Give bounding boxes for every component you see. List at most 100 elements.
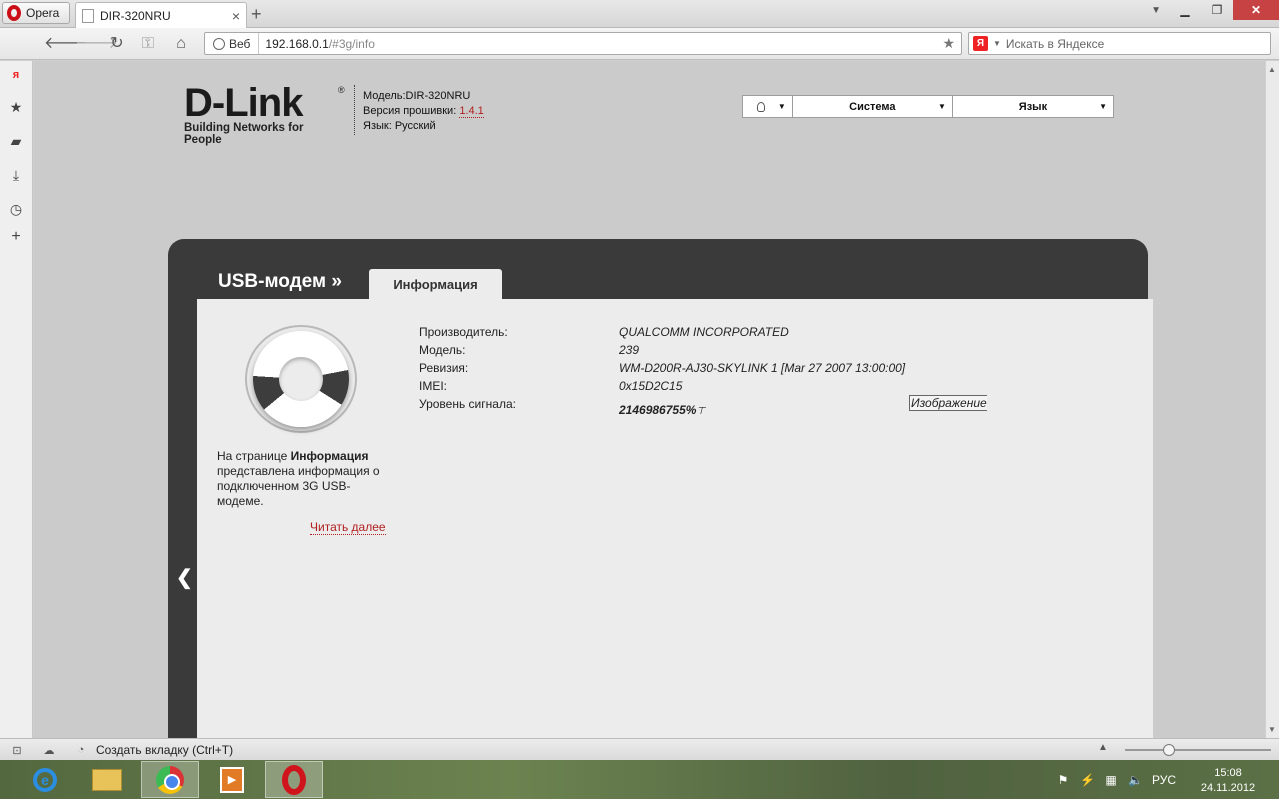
taskbar-chrome[interactable] — [141, 761, 199, 798]
power-icon[interactable]: ⚡ — [1080, 773, 1095, 787]
new-tab-button[interactable]: + — [251, 4, 262, 25]
info-label: Ревизия: — [419, 361, 469, 375]
info-value: 0x15D2C15 — [619, 379, 683, 393]
scroll-down-icon[interactable]: ▼ — [1268, 725, 1276, 734]
info-label: Уровень сигнала: — [419, 397, 516, 411]
info-value: QUALCOMM INCORPORATED — [619, 325, 789, 339]
opera-icon — [282, 764, 306, 795]
yandex-icon[interactable]: Я — [973, 36, 988, 51]
maximize-button[interactable]: ❐ — [1201, 0, 1233, 20]
read-more-link[interactable]: Читать далее — [310, 520, 386, 535]
system-menu[interactable]: Система ▼ — [793, 96, 953, 117]
history-clock-icon[interactable]: ◷ — [8, 201, 24, 217]
back-arrow-icon[interactable]: 🡐 — [44, 35, 87, 53]
search-engine-chevron-icon[interactable]: ▼ — [993, 39, 1001, 48]
minimize-button[interactable]: ▁ — [1169, 0, 1201, 20]
home-icon[interactable]: ⌂ — [171, 35, 191, 53]
system-tray: ⚑ ⚡ ▦ 🔈 РУС — [1056, 760, 1176, 799]
taskbar-ie[interactable]: e — [16, 761, 74, 798]
scroll-up-icon[interactable]: ▲ — [1268, 65, 1276, 74]
model-line: Модель:DIR-320NRU — [363, 90, 471, 102]
browser-tab[interactable]: DIR-320NRU × — [75, 2, 247, 28]
volume-icon[interactable]: 🔈 — [1128, 773, 1143, 787]
signal-value-wrap: 2146986755%⊤ Изображение — [619, 395, 987, 417]
address-mode-badge[interactable]: Веб — [205, 33, 260, 54]
zoom-menu-arrow-icon[interactable]: ▲ — [1098, 742, 1108, 753]
forward-arrow-icon[interactable]: 🡒 — [75, 35, 118, 53]
reload-icon[interactable]: ↻ — [107, 35, 127, 53]
chrome-icon — [156, 765, 184, 794]
browser-titlebar: Opera DIR-320NRU × + ▼ ▁ ❐ ✕ — [0, 0, 1279, 28]
speed-dial-gauge-icon[interactable]: ◔ — [74, 744, 88, 756]
globe-icon — [213, 37, 225, 50]
notes-icon[interactable]: ▰ — [8, 133, 24, 149]
clock-time: 15:08 — [1214, 767, 1242, 779]
add-panel-icon[interactable]: + — [8, 229, 24, 245]
taskbar-clock[interactable]: 15:08 24.11.2012 — [1198, 766, 1258, 796]
search-field[interactable]: Я ▼ Искать в Яндексе — [968, 32, 1271, 55]
taskbar-explorer[interactable] — [78, 761, 136, 798]
header-divider — [354, 85, 355, 135]
address-bar[interactable]: Веб 192.168.0.1 /#3g/info ★ — [204, 32, 962, 55]
key-icon[interactable]: ⚿ — [138, 35, 158, 53]
device-info: Модель:DIR-320NRU Версия прошивки: 1.4.1… — [363, 89, 484, 134]
zoom-slider[interactable] — [1125, 744, 1271, 756]
tab-close-icon[interactable]: × — [232, 8, 240, 24]
help-description: На странице Информация представлена инфо… — [217, 449, 397, 509]
status-text: Создать вкладку (Ctrl+T) — [96, 742, 234, 757]
info-value: WM-D200R-AJ30-SKYLINK 1 [Mar 27 2007 13:… — [619, 361, 906, 375]
opera-menu-button[interactable]: Opera — [2, 2, 70, 24]
close-window-button[interactable]: ✕ — [1233, 0, 1279, 20]
desc-suffix: представлена информация о подключенном 3… — [217, 464, 380, 508]
page-viewport: D-Link ® Building Networks for People Мо… — [34, 61, 1265, 738]
tab-list-chevron-icon[interactable]: ▼ — [1151, 5, 1161, 16]
bookmarks-star-icon[interactable]: ★ — [8, 99, 24, 115]
tab-information[interactable]: Информация — [369, 269, 502, 299]
input-language[interactable]: РУС — [1152, 773, 1176, 787]
collapse-arrow-icon[interactable]: ❮ — [176, 565, 193, 590]
firmware-version-link[interactable]: 1.4.1 — [459, 105, 484, 118]
taskbar-opera[interactable] — [265, 761, 323, 798]
firmware-label: Версия прошивки: — [363, 105, 460, 117]
chevron-down-icon: ▼ — [1099, 102, 1107, 111]
network-icon[interactable]: ▦ — [1104, 773, 1118, 787]
chevron-down-icon: ▼ — [777, 102, 786, 111]
top-menu: ▼ Система ▼ Язык ▼ — [742, 95, 1114, 118]
info-label: Производитель: — [419, 325, 508, 339]
media-player-icon: ▶ — [220, 766, 244, 793]
windows-taskbar: e ▶ ⚑ ⚡ ▦ 🔈 РУС 15:08 24.11.2012 — [0, 760, 1279, 799]
info-value: 239 — [619, 343, 640, 357]
panel-toggle-icon[interactable]: ⊡ — [10, 744, 24, 757]
info-label: IMEI: — [419, 379, 448, 393]
logo-brand: D-Link — [184, 81, 303, 125]
yandex-panel-icon[interactable]: я — [8, 67, 24, 83]
lifebuoy-icon — [243, 325, 357, 435]
content-area: На странице Информация представлена инфо… — [197, 299, 1153, 738]
desc-bold: Информация — [290, 449, 369, 463]
language-line: Язык: Русский — [363, 120, 436, 132]
language-menu[interactable]: Язык ▼ — [953, 96, 1113, 117]
clock-date: 24.11.2012 — [1200, 782, 1256, 794]
desc-prefix: На странице — [217, 449, 291, 463]
side-panel: я ★ ▰ ⤓ ◷ + — [0, 61, 33, 738]
signal-image-placeholder: Изображение — [909, 395, 987, 411]
opera-logo-icon — [7, 5, 21, 21]
address-path: /#3g/info — [328, 36, 375, 51]
broken-image-icon: ⊤ — [696, 406, 706, 417]
logo-registered: ® — [338, 85, 345, 95]
address-host: 192.168.0.1 — [265, 36, 329, 51]
dlink-logo[interactable]: D-Link ® Building Networks for People — [184, 81, 345, 146]
info-label: Модель: — [419, 343, 466, 357]
taskbar-media[interactable]: ▶ — [203, 761, 261, 798]
file-explorer-icon — [92, 768, 122, 791]
zoom-slider-knob[interactable] — [1163, 744, 1175, 756]
action-center-flag-icon[interactable]: ⚑ — [1056, 773, 1070, 787]
bookmark-star-icon[interactable]: ★ — [942, 35, 961, 52]
vertical-scrollbar[interactable]: ▲ ▼ — [1265, 61, 1279, 738]
downloads-icon[interactable]: ⤓ — [8, 167, 24, 183]
tips-menu[interactable]: ▼ — [743, 96, 793, 117]
system-menu-label: Система — [849, 100, 896, 113]
section-title[interactable]: USB-модем » — [218, 271, 342, 293]
language-menu-label: Язык — [1018, 100, 1048, 113]
opera-unite-cloud-icon[interactable]: ☁ — [42, 744, 56, 757]
